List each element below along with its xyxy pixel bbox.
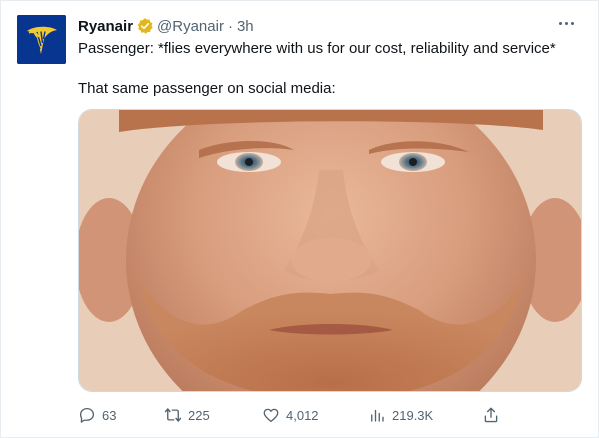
- more-dot-icon: [558, 21, 562, 25]
- views-bar-chart-icon: [371, 409, 384, 422]
- author-name[interactable]: Ryanair: [78, 18, 133, 35]
- heart-icon: [263, 408, 279, 423]
- like-count: 4,012: [286, 407, 319, 423]
- tweet-actions-bar: 63 225 4,012 219.3K: [78, 403, 582, 427]
- tweet-card[interactable]: Ryanair @Ryanair · 3h Passenger: *flies …: [0, 0, 599, 438]
- separator-dot: ·: [227, 17, 233, 35]
- more-options-button[interactable]: [554, 13, 578, 33]
- retweet-button[interactable]: 225: [164, 403, 210, 427]
- verified-badge-icon: [137, 18, 153, 34]
- author-handle[interactable]: @Ryanair: [157, 18, 224, 35]
- tweet-text-line-1: Passenger: *flies everywhere with us for…: [78, 40, 556, 57]
- share-button[interactable]: [482, 403, 500, 427]
- more-dot-icon: [570, 21, 574, 25]
- avatar[interactable]: [17, 15, 66, 64]
- reply-icon: [79, 407, 95, 423]
- tweet-header: Ryanair @Ryanair · 3h: [78, 16, 254, 36]
- tweet-text-line-2: That same passenger on social media:: [78, 80, 336, 97]
- reply-button[interactable]: 63: [78, 403, 116, 427]
- like-button[interactable]: 4,012: [262, 403, 319, 427]
- retweet-count: 225: [188, 407, 210, 423]
- tweet-media-image[interactable]: [78, 109, 582, 392]
- views-count: 219.3K: [392, 407, 434, 423]
- ryanair-harp-logo-icon: [17, 15, 66, 64]
- timestamp[interactable]: 3h: [237, 18, 254, 35]
- views-button[interactable]: 219.3K: [368, 403, 433, 427]
- more-dot-icon: [564, 21, 568, 25]
- photo-of-man-face-icon: [79, 110, 581, 391]
- share-icon: [484, 407, 498, 423]
- retweet-icon: [164, 408, 182, 422]
- reply-count: 63: [102, 407, 117, 423]
